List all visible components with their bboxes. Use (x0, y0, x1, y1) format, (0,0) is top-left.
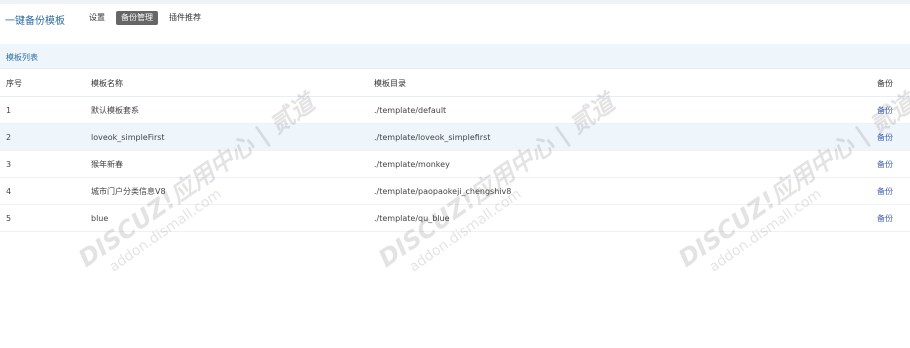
tab-settings[interactable]: 设置 (84, 11, 110, 25)
row-no: 3 (0, 150, 79, 178)
row-name: blue (79, 204, 362, 232)
table-row: 2 loveok_simpleFirst ./template/loveok_s… (0, 123, 910, 151)
row-no: 2 (0, 123, 79, 151)
col-header-no: 序号 (0, 70, 79, 97)
nav-tabs: 设置 备份管理 插件推荐 (84, 11, 206, 25)
top-border (0, 0, 910, 4)
header: 一键备份模板 设置 备份管理 插件推荐 (0, 8, 910, 28)
row-dir: ./template/default (362, 96, 865, 124)
backup-link[interactable]: 备份 (877, 106, 893, 115)
table-header-row: 序号 模板名称 模板目录 备份 (0, 70, 910, 97)
row-dir: ./template/qu_blue (362, 204, 865, 232)
col-header-dir: 模板目录 (362, 70, 865, 97)
template-table: 序号 模板名称 模板目录 备份 1 默认模板套系 ./template/defa… (0, 70, 910, 232)
row-dir: ./template/loveok_simplefirst (362, 123, 865, 151)
row-dir: ./template/monkey (362, 150, 865, 178)
col-header-backup: 备份 (865, 70, 910, 97)
row-dir: ./template/paopaokeji_chengshiv8 (362, 177, 865, 205)
row-no: 5 (0, 204, 79, 232)
app-title: 一键备份模板 (5, 16, 65, 27)
backup-link[interactable]: 备份 (877, 214, 893, 223)
row-no: 4 (0, 177, 79, 205)
row-name: 城市门户分类信息V8 (79, 177, 362, 205)
section-header: 模板列表 (0, 44, 910, 69)
section-title: 模板列表 (6, 53, 38, 62)
row-name: loveok_simpleFirst (79, 123, 362, 151)
tab-plugin-recommend[interactable]: 插件推荐 (164, 11, 206, 25)
table-row: 3 猴年新春 ./template/monkey 备份 (0, 150, 910, 178)
col-header-name: 模板名称 (79, 70, 362, 97)
table-row: 5 blue ./template/qu_blue 备份 (0, 204, 910, 232)
row-name: 默认模板套系 (79, 96, 362, 124)
table-row: 4 城市门户分类信息V8 ./template/paopaokeji_cheng… (0, 177, 910, 205)
tab-backup-management[interactable]: 备份管理 (116, 11, 158, 25)
backup-link[interactable]: 备份 (877, 187, 893, 196)
backup-link[interactable]: 备份 (877, 133, 893, 142)
row-no: 1 (0, 96, 79, 124)
table-row: 1 默认模板套系 ./template/default 备份 (0, 96, 910, 124)
backup-link[interactable]: 备份 (877, 160, 893, 169)
row-name: 猴年新春 (79, 150, 362, 178)
